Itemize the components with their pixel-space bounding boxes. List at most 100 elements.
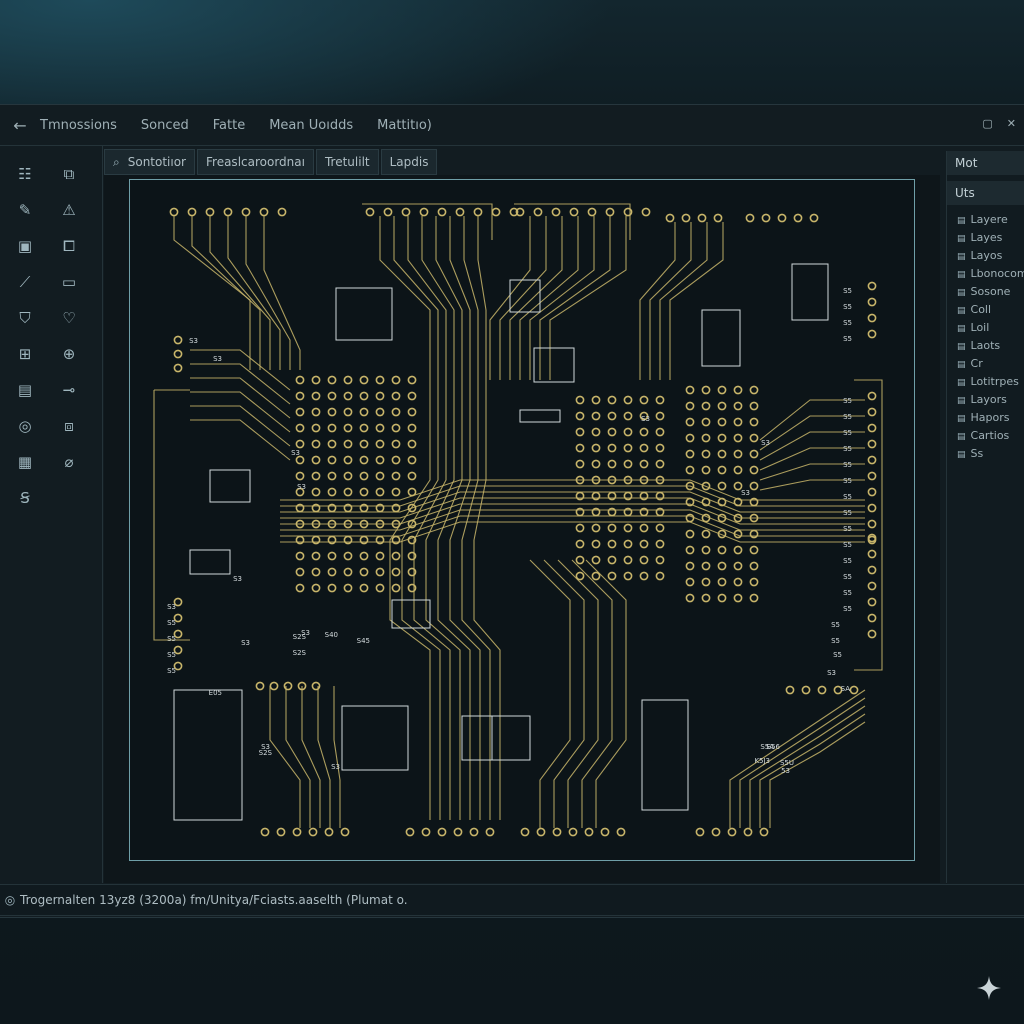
layer-item[interactable]: ▤ Layos bbox=[947, 247, 1024, 265]
pad bbox=[867, 629, 877, 639]
route-icon[interactable]: ⟋ bbox=[14, 271, 36, 293]
warning-icon[interactable]: ⚠ bbox=[58, 199, 80, 221]
pad bbox=[375, 423, 385, 433]
net-label: S3 bbox=[827, 669, 836, 677]
pad bbox=[655, 459, 665, 469]
layer-item[interactable]: ▤ Sosone bbox=[947, 283, 1024, 301]
document-icon[interactable]: ▤ bbox=[14, 379, 36, 401]
net-label: S5 bbox=[167, 667, 176, 675]
layer-item[interactable]: ▤ Lotitrpes bbox=[947, 373, 1024, 391]
layers-icon[interactable]: ⧈ bbox=[58, 415, 80, 437]
net-label: S3 bbox=[297, 483, 306, 491]
trace bbox=[209, 216, 271, 370]
menu-item-3[interactable]: Fatte bbox=[213, 118, 245, 133]
tab-search[interactable]: ⌕ Sontotiıor bbox=[104, 149, 195, 175]
pad bbox=[591, 523, 601, 533]
pad bbox=[391, 407, 401, 417]
pad bbox=[685, 449, 695, 459]
pad bbox=[867, 487, 877, 497]
trace bbox=[190, 391, 291, 433]
net-label: S3 bbox=[641, 415, 650, 423]
pad bbox=[359, 455, 369, 465]
pad bbox=[759, 827, 769, 837]
target-icon[interactable]: ◎ bbox=[14, 415, 36, 437]
pad bbox=[421, 827, 431, 837]
net-label: S5 bbox=[843, 287, 852, 295]
pad bbox=[295, 407, 305, 417]
text-icon[interactable]: Ꞩ bbox=[14, 487, 36, 509]
pad bbox=[343, 423, 353, 433]
chip-icon[interactable]: ▣ bbox=[14, 235, 36, 257]
layer-item[interactable]: ▤ Cr bbox=[947, 355, 1024, 373]
pad bbox=[701, 433, 711, 443]
layer-item[interactable]: ▤ Ss bbox=[947, 445, 1024, 463]
pad bbox=[327, 423, 337, 433]
pad bbox=[777, 213, 787, 223]
comment-icon[interactable]: ▭ bbox=[58, 271, 80, 293]
edit-icon[interactable]: ✎ bbox=[14, 199, 36, 221]
pcb-canvas[interactable]: S5 S5 S5 S5 S5 S5 S5 S5 S5 S5 S5 S5 S5 S5 S5 S5 S5 S5 S3 S5… bbox=[104, 175, 940, 883]
layer-item[interactable]: ▤ Coll bbox=[947, 301, 1024, 319]
pad bbox=[733, 433, 743, 443]
tab-4[interactable]: Lapdis bbox=[380, 149, 438, 175]
tab-label: Sontotiıor bbox=[127, 155, 186, 169]
pad bbox=[365, 207, 375, 217]
layer-item[interactable]: ▤ Hapors bbox=[947, 409, 1024, 427]
pad bbox=[867, 455, 877, 465]
tab-3[interactable]: Tretulilt bbox=[315, 149, 379, 175]
layer-item[interactable]: ▤ Laots bbox=[947, 337, 1024, 355]
menu-item-2[interactable]: Sonced bbox=[141, 118, 189, 133]
layer-item[interactable]: ▤ Loil bbox=[947, 319, 1024, 337]
pad bbox=[749, 593, 759, 603]
pad bbox=[311, 583, 321, 593]
heart-icon[interactable]: ♡ bbox=[58, 307, 80, 329]
layer-item[interactable]: ▤ Cartios bbox=[947, 427, 1024, 445]
grid-icon[interactable]: ▦ bbox=[14, 451, 36, 473]
net-label: S5 bbox=[167, 635, 176, 643]
pad bbox=[607, 427, 617, 437]
menu-item-5[interactable]: Mattitıo) bbox=[377, 118, 432, 133]
net-label: S3 bbox=[741, 489, 750, 497]
component-outline bbox=[391, 599, 431, 629]
pad bbox=[655, 411, 665, 421]
pad bbox=[391, 455, 401, 465]
pad bbox=[391, 375, 401, 385]
link-icon[interactable]: ⊸ bbox=[58, 379, 80, 401]
pad bbox=[327, 583, 337, 593]
pad bbox=[717, 593, 727, 603]
schematic-icon[interactable]: ☷ bbox=[14, 163, 36, 185]
add-part-icon[interactable]: ⊕ bbox=[58, 343, 80, 365]
pad bbox=[733, 577, 743, 587]
net-label: S5U bbox=[780, 759, 794, 767]
pad bbox=[359, 391, 369, 401]
tab-2[interactable]: Freaslcaroordnaı bbox=[197, 149, 314, 175]
component-icon[interactable]: ⧉ bbox=[58, 163, 80, 185]
copy-icon[interactable]: ⧠ bbox=[58, 235, 80, 257]
pad bbox=[639, 523, 649, 533]
pad bbox=[485, 827, 495, 837]
layer-item[interactable]: ▤ Lbonocom bbox=[947, 265, 1024, 283]
layer-item[interactable]: ▤ Layes bbox=[947, 229, 1024, 247]
pad bbox=[655, 555, 665, 565]
close-icon[interactable]: ✕ bbox=[1007, 117, 1016, 130]
attach-icon[interactable]: ⌀ bbox=[58, 451, 80, 473]
pad bbox=[575, 411, 585, 421]
layer-icon: ▤ bbox=[957, 414, 966, 424]
net-label: S5 bbox=[843, 335, 852, 343]
arrow-left-icon[interactable]: ← bbox=[0, 116, 40, 135]
shield-icon[interactable]: ⛉ bbox=[14, 307, 36, 329]
pad bbox=[327, 567, 337, 577]
pad bbox=[343, 439, 353, 449]
pad bbox=[867, 565, 877, 575]
menu-item-4[interactable]: Mean Uoıdds bbox=[269, 118, 353, 133]
layer-item[interactable]: ▤ Layere bbox=[947, 211, 1024, 229]
pad bbox=[575, 459, 585, 469]
layer-item[interactable]: ▤ Layors bbox=[947, 391, 1024, 409]
trace bbox=[407, 216, 451, 820]
pad bbox=[569, 207, 579, 217]
restore-icon[interactable]: ▢ bbox=[982, 117, 992, 130]
pad bbox=[867, 549, 877, 559]
pad bbox=[607, 459, 617, 469]
add-layer-icon[interactable]: ⊞ bbox=[14, 343, 36, 365]
menu-item-1[interactable]: Tmnossions bbox=[40, 118, 117, 133]
